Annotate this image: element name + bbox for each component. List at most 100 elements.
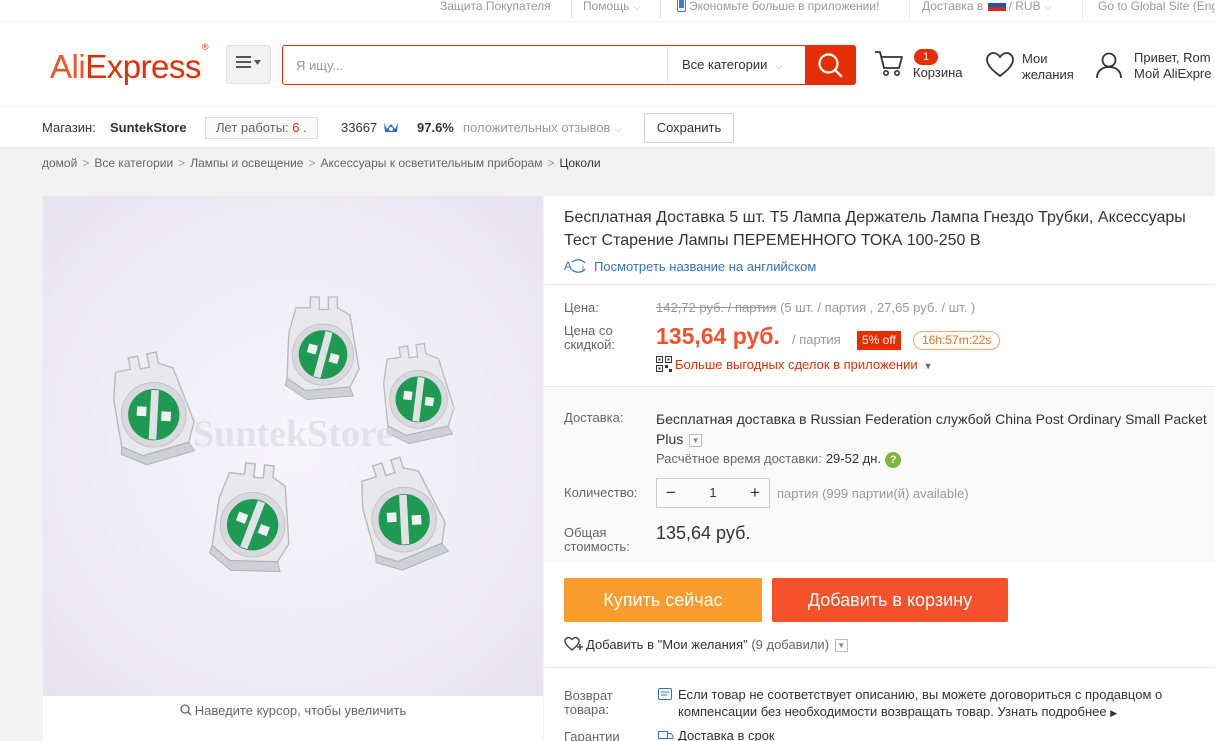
- search-button[interactable]: [805, 45, 856, 85]
- est-label: Расчётное время доставки:: [656, 451, 822, 466]
- buyer-protection-link[interactable]: Защита Покупателя: [440, 0, 551, 15]
- svg-text:i: i: [582, 263, 584, 273]
- divider: [660, 0, 661, 18]
- quantity-available: партия (999 партии(й) available): [777, 486, 969, 501]
- chevron-down-icon: ⌵: [633, 2, 641, 12]
- add-to-cart-button[interactable]: Добавить в корзину: [772, 578, 1008, 622]
- english-link-label: Посмотреть название на английском: [594, 259, 817, 274]
- global-site-link[interactable]: Go to Global Site (Eng: [1098, 0, 1215, 15]
- quantity-label: Количество:: [564, 485, 638, 500]
- original-price-value: 142,72 руб. / партия: [656, 300, 777, 315]
- chevron-down-icon: ⌵: [614, 124, 622, 134]
- app-deals-link[interactable]: Больше выгодных сделок в приложении ▼: [656, 356, 933, 372]
- header: AliExpress® Все категории ⌵ 1 Корзина Мои…: [0, 22, 1215, 107]
- currency-label: / RUB: [1008, 0, 1041, 13]
- svg-text:A: A: [564, 259, 572, 273]
- category-select[interactable]: Все категории ⌵: [667, 46, 805, 84]
- years-value: 6 .: [292, 120, 307, 135]
- store-score[interactable]: 33667: [341, 120, 399, 135]
- divider: [571, 0, 572, 18]
- chevron-down-icon: ⌵: [775, 61, 783, 71]
- breadcrumb-separator: >: [547, 156, 555, 170]
- return-label: Возврат товара:: [564, 689, 613, 717]
- breadcrumb-separator: >: [178, 156, 186, 170]
- watermark: SuntekStore: [193, 413, 393, 455]
- cart-link[interactable]: Корзина: [913, 65, 963, 81]
- add-to-wishlist-link[interactable]: Добавить в "Мои желания" (9 добавили) ▼: [564, 636, 848, 653]
- shipping-options-toggle[interactable]: ▼: [689, 433, 703, 447]
- logo-ali: Ali: [50, 48, 86, 85]
- cart-icon[interactable]: [873, 48, 905, 78]
- quantity-input[interactable]: 1: [685, 479, 741, 507]
- years-label: Лет работы:: [216, 120, 289, 135]
- wishlist-count: (9 добавили): [751, 637, 830, 652]
- aliexpress-logo[interactable]: AliExpress®: [50, 42, 209, 86]
- lamp-holders-illustration: SuntekStore: [43, 196, 543, 696]
- view-english-title-link[interactable]: Ai Посмотреть название на английском: [564, 258, 816, 274]
- help-label: Помощь: [583, 0, 630, 13]
- chevron-down-icon: ▼: [923, 361, 933, 371]
- product-title: Бесплатная Доставка 5 шт. T5 Лампа Держа…: [564, 209, 1186, 249]
- my-account-label: Мой AliExpre: [1134, 66, 1212, 81]
- heart-icon[interactable]: [985, 51, 1015, 79]
- user-icon[interactable]: [1094, 50, 1124, 80]
- total-label-line2: стоимость:: [564, 539, 630, 554]
- chevron-down-icon: ⌵: [1044, 2, 1052, 12]
- greeting: Привет, Rom: [1134, 50, 1211, 65]
- wishlist-label: Добавить в "Мои желания": [586, 637, 748, 652]
- save-store-button[interactable]: Сохранить: [644, 113, 734, 143]
- breadcrumb-all-categories[interactable]: Все категории: [94, 156, 173, 170]
- breadcrumb-accessories[interactable]: Аксессуары к осветительным приборам: [321, 156, 543, 170]
- account-link[interactable]: Привет, Rom Мой AliExpre: [1134, 50, 1212, 82]
- return-policy: Если товар не соответствует описанию, вы…: [678, 686, 1208, 722]
- guarantee-text: Доставка в срок: [678, 728, 775, 741]
- wishlist-toggle[interactable]: ▼: [834, 639, 848, 653]
- quantity-stepper: − 1 +: [656, 478, 770, 508]
- wishlist-line2: желания: [1022, 67, 1074, 82]
- positive-feedback-menu[interactable]: положительных отзывов ⌵: [463, 120, 621, 135]
- return-label-line2: товара:: [564, 702, 610, 717]
- divider: [1082, 0, 1083, 18]
- category-label: Все категории: [682, 57, 768, 72]
- search-input[interactable]: [283, 46, 667, 84]
- help-icon[interactable]: ?: [885, 451, 902, 468]
- store-name-link[interactable]: SuntekStore: [110, 120, 187, 135]
- return-label-line1: Возврат: [564, 688, 613, 703]
- categories-menu-button[interactable]: [226, 45, 271, 84]
- store-bar: Магазин: SuntekStore Лет работы: 6 . 336…: [0, 107, 1215, 148]
- divider: [544, 284, 1215, 285]
- app-savings-link[interactable]: Экономьте больше в приложении!: [677, 0, 879, 15]
- est-value: 29-52 дн.: [825, 451, 882, 466]
- shipping-label: Доставка:: [564, 410, 624, 425]
- medal-icon: [383, 123, 398, 132]
- discount-label-line1: Цена со: [564, 323, 613, 338]
- breadcrumb-lamps[interactable]: Лампы и освещение: [190, 156, 303, 170]
- plus-icon[interactable]: +: [741, 479, 769, 507]
- translate-icon: Ai: [564, 259, 586, 273]
- breadcrumb: домой > Все категории > Лампы и освещение > Ак…: [0, 148, 1215, 180]
- phone-icon: [677, 0, 686, 12]
- discount-price-label: Цена со скидкой:: [564, 324, 615, 352]
- original-price: 142,72 руб. / партия (5 шт. / партия , 2…: [656, 300, 975, 315]
- breadcrumb-current[interactable]: Цоколи: [559, 156, 600, 170]
- app-deals-label: Больше выгодных сделок в приложении: [675, 357, 918, 372]
- top-bar: Защита Покупателя Помощь ⌵ Экономьте боль…: [0, 0, 1215, 22]
- learn-more-link[interactable]: Узнать подробнее ▶: [998, 704, 1118, 719]
- wishlist-link[interactable]: Мои желания: [1022, 51, 1074, 83]
- minus-icon[interactable]: −: [657, 479, 685, 507]
- product-image[interactable]: SuntekStore: [43, 196, 543, 696]
- breadcrumb-home[interactable]: домой: [42, 156, 77, 170]
- heart-plus-icon: [564, 636, 583, 651]
- buy-now-button[interactable]: Купить сейчас: [564, 578, 762, 622]
- help-menu[interactable]: Помощь ⌵: [583, 0, 640, 15]
- logo-mark: ®: [201, 42, 209, 52]
- divider: [544, 667, 1215, 668]
- ship-to-menu[interactable]: Доставка в / RUB ⌵: [922, 0, 1051, 15]
- shipping-free: Бесплатная доставка в: [656, 411, 807, 427]
- score-value: 33667: [341, 120, 378, 135]
- original-price-detail: (5 шт. / партия , 27,65 руб. / шт. ): [780, 300, 976, 315]
- shipping-info: Бесплатная доставка в Russian Federation…: [656, 409, 1215, 449]
- divider: [909, 0, 910, 18]
- menu-icon: [235, 56, 261, 68]
- price-label: Цена:: [564, 300, 599, 315]
